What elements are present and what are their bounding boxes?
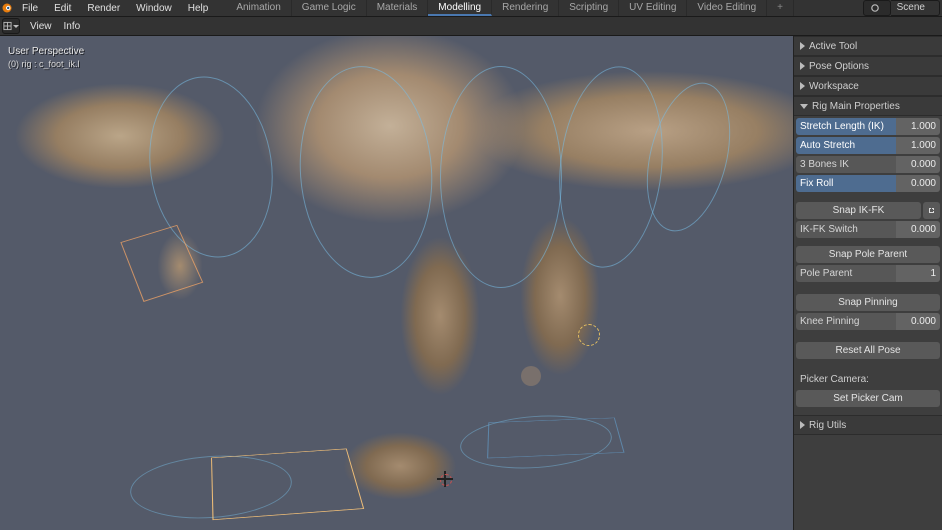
tab-scripting[interactable]: Scripting: [559, 0, 619, 16]
prop-stretch-length[interactable]: Stretch Length (IK)1.000: [796, 118, 940, 135]
chevron-right-icon: [800, 62, 805, 70]
viewport-overlay-text: User Perspective (0) rig : c_foot_ik.l: [8, 46, 84, 69]
prop-fix-roll[interactable]: Fix Roll0.000: [796, 175, 940, 192]
menu-render[interactable]: Render: [79, 0, 128, 16]
panel-title: Active Tool: [809, 41, 857, 52]
prop-value[interactable]: 0.000: [896, 313, 940, 330]
panel-title: Rig Main Properties: [812, 101, 900, 112]
tab-add[interactable]: +: [767, 0, 794, 16]
scene-type-button[interactable]: [863, 0, 891, 16]
spacer: [796, 332, 940, 340]
chevron-down-icon: [13, 25, 19, 28]
tab-video-editing[interactable]: Video Editing: [687, 0, 767, 16]
prop-value[interactable]: 0.000: [896, 221, 940, 238]
button-set-picker-cam[interactable]: Set Picker Cam: [796, 390, 940, 407]
main-area: User Perspective (0) rig : c_foot_ik.l A…: [0, 36, 942, 530]
viewport-header: View Info: [0, 17, 942, 36]
overlay-context: (0) rig : c_foot_ik.l: [8, 59, 84, 69]
menu-window[interactable]: Window: [128, 0, 180, 16]
properties-sidepanel: Active Tool Pose Options Workspace Rig M…: [793, 36, 942, 530]
panel-title: Pose Options: [809, 61, 869, 72]
viewport-menu-info[interactable]: Info: [62, 21, 83, 32]
prop-label: Stretch Length (IK): [796, 118, 896, 135]
workspace-tabs: Animation Game Logic Materials Modelling…: [226, 0, 862, 16]
prop-value[interactable]: 1.000: [896, 118, 940, 135]
panel-title: Workspace: [809, 81, 859, 92]
panel-title: Rig Utils: [809, 420, 846, 431]
prop-value[interactable]: 1.000: [896, 137, 940, 154]
prop-knee-pinning[interactable]: Knee Pinning0.000: [796, 313, 940, 330]
panel-header-workspace[interactable]: Workspace: [794, 76, 942, 96]
spacer: [796, 194, 940, 200]
tab-rendering[interactable]: Rendering: [492, 0, 559, 16]
panel-header-active-tool[interactable]: Active Tool: [794, 36, 942, 56]
pole-target[interactable]: [521, 366, 541, 386]
3d-viewport[interactable]: User Perspective (0) rig : c_foot_ik.l: [0, 36, 793, 530]
spacer: [796, 361, 940, 369]
tab-animation[interactable]: Animation: [226, 0, 291, 16]
panel-header-rig-utils[interactable]: Rig Utils: [794, 415, 942, 435]
chevron-down-icon: [800, 104, 808, 109]
overlay-perspective: User Perspective: [8, 46, 84, 57]
prop-label: Auto Stretch: [796, 137, 896, 154]
3d-cursor[interactable]: [437, 471, 453, 487]
spacer: [796, 284, 940, 292]
menu-file[interactable]: File: [14, 0, 46, 16]
menu-edit[interactable]: Edit: [46, 0, 79, 16]
tab-materials[interactable]: Materials: [367, 0, 429, 16]
prop-label: 3 Bones IK: [796, 156, 896, 173]
chevron-right-icon: [800, 82, 805, 90]
prop-label: Pole Parent: [796, 265, 896, 282]
button-ikfk-extra[interactable]: [923, 202, 940, 219]
scene-name-field[interactable]: Scene: [891, 0, 940, 16]
prop-label: Knee Pinning: [796, 313, 896, 330]
button-snap-pinning[interactable]: Snap Pinning: [796, 294, 940, 311]
menu-help[interactable]: Help: [180, 0, 217, 16]
chevron-right-icon: [800, 421, 805, 429]
button-snap-ikfk[interactable]: Snap IK-FK: [796, 202, 921, 219]
scene-icon: [870, 3, 880, 13]
prop-value[interactable]: 1: [896, 265, 940, 282]
viewport-menu-view[interactable]: View: [28, 21, 54, 32]
spacer: [796, 240, 940, 244]
prop-auto-stretch[interactable]: Auto Stretch1.000: [796, 137, 940, 154]
viewport-icon: [3, 21, 12, 31]
prop-label: Fix Roll: [796, 175, 896, 192]
tab-modelling[interactable]: Modelling: [428, 0, 492, 16]
tab-uv-editing[interactable]: UV Editing: [619, 0, 687, 16]
prop-value[interactable]: 0.000: [896, 156, 940, 173]
tab-game-logic[interactable]: Game Logic: [292, 0, 367, 16]
button-reset-all-pose[interactable]: Reset All Pose: [796, 342, 940, 359]
panel-header-pose-options[interactable]: Pose Options: [794, 56, 942, 76]
chevron-right-icon: [800, 42, 805, 50]
panel-header-rig-main[interactable]: Rig Main Properties: [794, 96, 942, 116]
main-menu: File Edit Render Window Help: [14, 0, 216, 16]
bone-box[interactable]: [487, 418, 624, 459]
rig-circle: [440, 66, 562, 288]
scene-selector: Scene: [863, 0, 940, 16]
app-header: File Edit Render Window Help Animation G…: [0, 0, 942, 17]
link-icon: [927, 206, 936, 215]
editor-type-button[interactable]: [2, 18, 20, 34]
prop-label: IK-FK Switch: [796, 221, 896, 238]
button-snap-pole-parent[interactable]: Snap Pole Parent: [796, 246, 940, 263]
row-snap-ikfk: Snap IK-FK: [796, 202, 940, 219]
prop-value[interactable]: 0.000: [896, 175, 940, 192]
bone-foot-ik-selection[interactable]: [211, 449, 364, 521]
label-picker-camera: Picker Camera:: [796, 371, 940, 388]
prop-pole-parent[interactable]: Pole Parent1: [796, 265, 940, 282]
prop-3-bones-ik[interactable]: 3 Bones IK0.000: [796, 156, 940, 173]
prop-ikfk-switch[interactable]: IK-FK Switch0.000: [796, 221, 940, 238]
blender-logo: [0, 0, 14, 16]
bone-target-circle[interactable]: [578, 324, 600, 346]
panel-body-rig-main: Stretch Length (IK)1.000 Auto Stretch1.0…: [794, 116, 942, 409]
